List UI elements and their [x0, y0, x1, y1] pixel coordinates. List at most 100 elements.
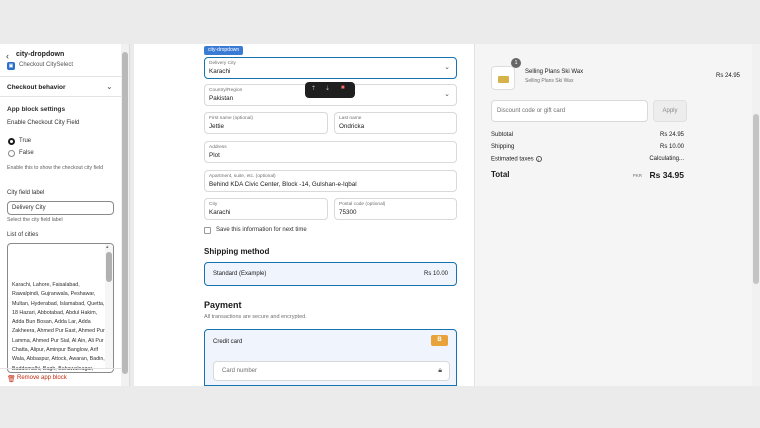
credit-card-label: Credit card [213, 339, 243, 345]
country-label: Country/Region [209, 88, 243, 93]
payment-subtitle: All transactions are secure and encrypte… [204, 314, 307, 320]
card-brand-badge: B [431, 335, 448, 346]
block-tag: city-dropdown [204, 46, 244, 55]
apartment-field[interactable]: Apartment, suite, etc. (optional) Behind… [204, 170, 457, 192]
shipping-row: Shipping Rs 10.00 [491, 144, 684, 150]
first-name-label: First name (optional) [209, 116, 253, 121]
total-currency: PKR [632, 173, 642, 178]
taxes-row: Estimated taxes i Calculating... [491, 156, 684, 163]
city-field-label-title: City field label [7, 190, 45, 196]
discount-placeholder: Discount code or gift card [497, 108, 566, 114]
apartment-value: Behind KDA Civic Center, Block -14, Guls… [209, 181, 357, 188]
checkout-preview: city-dropdown Delivery City Karachi ⌄ Co… [134, 44, 760, 386]
cities-textarea[interactable]: Karachi, Lahore, Faisalabad, Rawalpindi,… [7, 243, 114, 373]
shipping-option-name: Standard (Example) [213, 271, 267, 277]
credit-card-option[interactable]: Credit card B Card number 🔒︎ [204, 329, 457, 386]
enable-help-text: Enable this to show the checkout city fi… [7, 165, 104, 171]
textarea-scroll-thumb[interactable] [106, 252, 112, 282]
shipping-option-price: Rs 10.00 [423, 271, 448, 277]
move-up-icon[interactable]: ⇡ [311, 85, 316, 92]
payment-heading: Payment [204, 300, 242, 310]
block-toolbar: ⇡ ⇣ ■ [305, 82, 355, 98]
sidebar-scroll-thumb[interactable] [122, 52, 128, 374]
divider [0, 368, 122, 369]
delivery-city-select[interactable]: Delivery City Karachi ⌄ [204, 57, 457, 79]
city-field[interactable]: City Karachi [204, 198, 328, 220]
last-name-field[interactable]: Last name Ondricka [334, 112, 457, 134]
move-down-icon[interactable]: ⇣ [325, 85, 330, 92]
list-of-cities-title: List of cities [7, 232, 39, 238]
preview-scroll-thumb[interactable] [753, 114, 759, 284]
address-label: Address [209, 145, 227, 150]
taxes-label: Estimated taxes [491, 156, 534, 163]
card-number-placeholder: Card number [222, 368, 258, 374]
order-summary: 1 Selling Plans Ski Wax Selling Plans Sk… [474, 44, 752, 386]
radio-false-label: False [19, 150, 34, 156]
subtotal-value: Rs 24.95 [659, 132, 684, 138]
city-field-help-text: Select the city field label [7, 217, 63, 223]
product-thumbnail [491, 66, 515, 90]
textarea-scrollbar[interactable]: ▴ [105, 244, 113, 369]
postal-code-field[interactable]: Postal code (optional) 75300 [334, 198, 457, 220]
trash-icon: 🗑 [7, 376, 16, 383]
delivery-city-value: Karachi [209, 68, 231, 75]
top-bar [0, 0, 760, 44]
shipping-value: Rs 10.00 [659, 144, 684, 150]
product-variant: Selling Plans Ski Wax [525, 78, 574, 84]
shipping-option[interactable]: Standard (Example) Rs 10.00 [204, 262, 457, 286]
discount-code-input[interactable]: Discount code or gift card [491, 100, 648, 122]
product-quantity-badge: 1 [511, 58, 521, 68]
last-name-label: Last name [339, 116, 362, 121]
chevron-down-icon: ⌄ [444, 64, 450, 71]
last-name-value: Ondricka [339, 123, 365, 130]
apartment-label: Apartment, suite, etc. (optional) [209, 174, 276, 179]
info-icon[interactable]: i [535, 156, 542, 162]
back-arrow-icon[interactable]: ‹ [6, 51, 9, 61]
chevron-down-icon: ⌄ [106, 82, 113, 91]
divider [0, 96, 122, 97]
postal-code-value: 75300 [339, 209, 357, 216]
app-block-settings-heading: App block settings [7, 106, 66, 113]
save-info-label: Save this information for next time [216, 227, 307, 233]
country-value: Pakistan [209, 95, 234, 102]
radio-true[interactable] [8, 138, 15, 145]
chevron-down-icon: ⌄ [444, 91, 450, 98]
city-field-label-input[interactable]: Delivery City [7, 201, 114, 215]
delivery-city-label: Delivery City [209, 61, 236, 66]
cities-text: Karachi, Lahore, Faisalabad, Rawalpindi,… [12, 282, 105, 372]
subtotal-label: Subtotal [491, 132, 514, 138]
radio-true-label: True [19, 138, 32, 144]
lock-icon: 🔒︎ [438, 367, 442, 374]
first-name-value: Jettie [209, 123, 225, 130]
total-label: Total [491, 170, 510, 179]
card-number-input[interactable]: Card number 🔒︎ [213, 361, 450, 381]
shipping-method-heading: Shipping method [204, 247, 270, 256]
enable-field-label: Enable Checkout City Field [7, 120, 80, 126]
bottom-bar [0, 386, 760, 428]
block-title: city-dropdown [16, 51, 65, 58]
address-value: Plot [209, 152, 220, 159]
remove-app-block-label: Remove app block [17, 375, 67, 381]
address-field[interactable]: Address Plot [204, 141, 457, 163]
radio-false[interactable] [8, 150, 15, 157]
preview-scrollbar[interactable] [752, 44, 760, 386]
delete-icon[interactable]: ■ [341, 85, 345, 91]
first-name-field[interactable]: First name (optional) Jettie [204, 112, 328, 134]
checkout-behavior-label: Checkout behavior [7, 84, 66, 91]
taxes-value: Calculating... [649, 156, 684, 162]
postal-code-label: Postal code (optional) [339, 202, 386, 207]
save-info-checkbox[interactable] [204, 227, 211, 234]
scroll-up-icon[interactable]: ▴ [106, 244, 109, 250]
subtotal-row: Subtotal Rs 24.95 [491, 132, 684, 138]
sidebar-scrollbar[interactable] [121, 44, 129, 386]
app-icon: ▣ [7, 62, 15, 70]
app-name: Checkout CitySelect [19, 62, 74, 68]
product-price: Rs 24.95 [715, 73, 740, 79]
divider [0, 76, 122, 77]
city-label: City [209, 202, 218, 207]
total-value: Rs 34.95 [649, 170, 685, 180]
apply-button[interactable]: Apply [653, 100, 687, 122]
shipping-label: Shipping [491, 144, 515, 150]
city-value: Karachi [209, 209, 231, 216]
settings-sidebar: ‹ city-dropdown ▣ Checkout CitySelect Ch… [0, 44, 130, 386]
